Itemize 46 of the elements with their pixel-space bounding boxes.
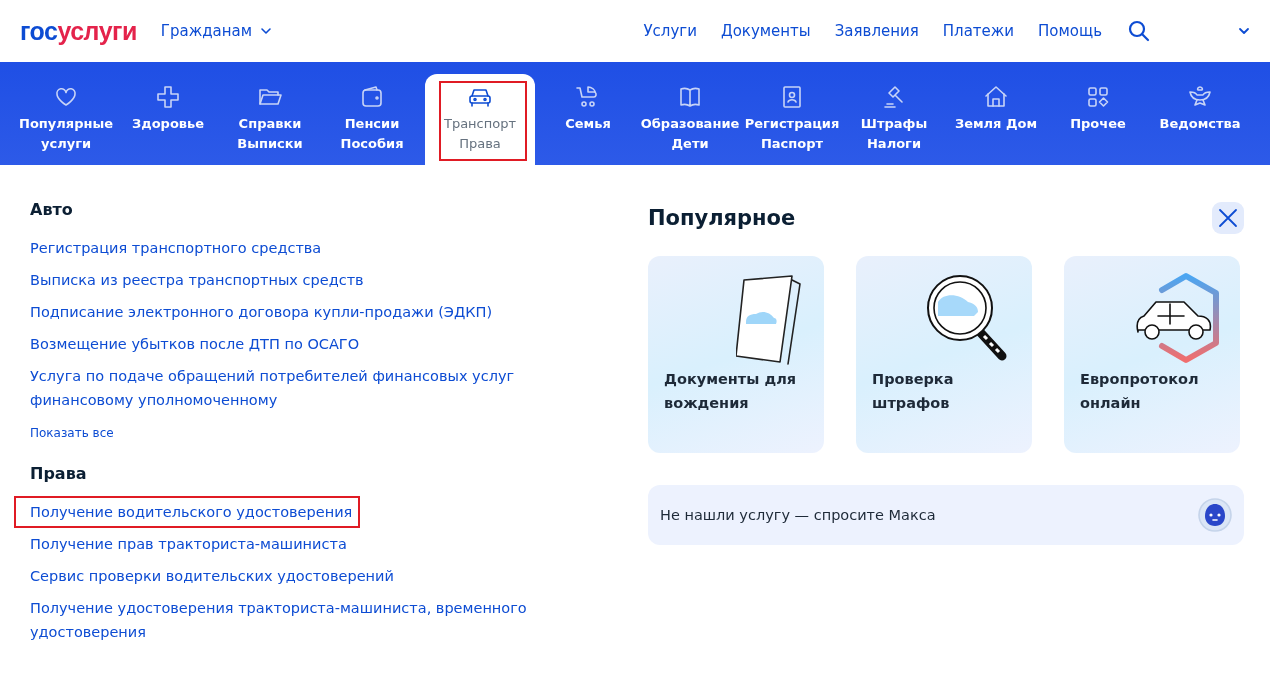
service-link[interactable]: Получение удостоверения тракториста-машиниста, временного удостоверения: [30, 596, 550, 644]
section-title: Авто: [30, 200, 74, 220]
service-link[interactable]: Получение прав тракториста-машиниста: [30, 532, 347, 556]
category-tab[interactable]: Образование Дети: [639, 74, 741, 165]
category-tab[interactable]: Земля Дом: [945, 74, 1047, 165]
grid-icon: [1085, 84, 1111, 110]
plus-icon: [155, 84, 181, 110]
nav-link[interactable]: Помощь: [1038, 22, 1102, 40]
popular-title: Популярное: [648, 206, 796, 230]
service-link[interactable]: Регистрация транспортного средства: [30, 236, 322, 260]
chevron-down-icon[interactable]: [1238, 26, 1250, 36]
category-tab[interactable]: Прочее: [1047, 74, 1149, 165]
section-title: Права: [30, 464, 88, 484]
category-tab[interactable]: Пенсии Пособия: [321, 74, 423, 165]
nav-link[interactable]: Заявления: [834, 22, 919, 40]
category-tab[interactable]: Семья: [537, 74, 639, 165]
nav-link[interactable]: Документы: [720, 22, 811, 40]
category-tab[interactable]: Регистрация Паспорт: [741, 74, 843, 165]
assistant-bar[interactable]: Не нашли услугу — спросите Макса: [648, 485, 1244, 545]
popular-card[interactable]: Документы для вождения: [648, 256, 824, 453]
category-tab[interactable]: Транспорт Права: [425, 74, 535, 165]
category-tab[interactable]: Популярные услуги: [15, 74, 117, 165]
search-icon[interactable]: [1128, 20, 1150, 42]
service-link[interactable]: Возмещение убытков после ДТП по ОСАГО: [30, 332, 360, 356]
audience-dropdown[interactable]: Гражданам: [160, 22, 273, 40]
nav-link[interactable]: Платежи: [942, 22, 1015, 40]
category-tab[interactable]: Справки Выписки: [219, 74, 321, 165]
nav-link[interactable]: Услуги: [643, 22, 697, 40]
service-link[interactable]: Услуга по подаче обращений потребителей финансовых услуг финансовому уполномоченному: [30, 364, 550, 412]
house-icon: [983, 84, 1009, 110]
close-button[interactable]: [1212, 202, 1244, 234]
category-tab[interactable]: Штрафы Налоги: [843, 74, 945, 165]
robot-avatar-icon: [1198, 498, 1232, 532]
service-link[interactable]: Выписка из реестра транспортных средств: [30, 268, 364, 292]
popular-card[interactable]: Проверка штрафов: [856, 256, 1032, 453]
service-link[interactable]: Сервис проверки водительских удостоверений: [30, 564, 394, 588]
assistant-prompt: Не нашли услугу — спросите Макса: [660, 507, 936, 523]
logo[interactable]: госуслуги: [20, 16, 137, 46]
close-icon: [1217, 207, 1239, 229]
popular-card[interactable]: Европротокол онлайн: [1064, 256, 1240, 453]
category-tab[interactable]: Ведомства: [1149, 74, 1251, 165]
service-link[interactable]: Подписание электронного договора купли-продажи (ЭДКП): [30, 300, 493, 324]
category-tab[interactable]: Здоровье: [117, 74, 219, 165]
wallet-icon: [359, 84, 385, 110]
show-all-link[interactable]: Показать все: [30, 426, 114, 440]
chevron-down-icon: [260, 26, 273, 36]
